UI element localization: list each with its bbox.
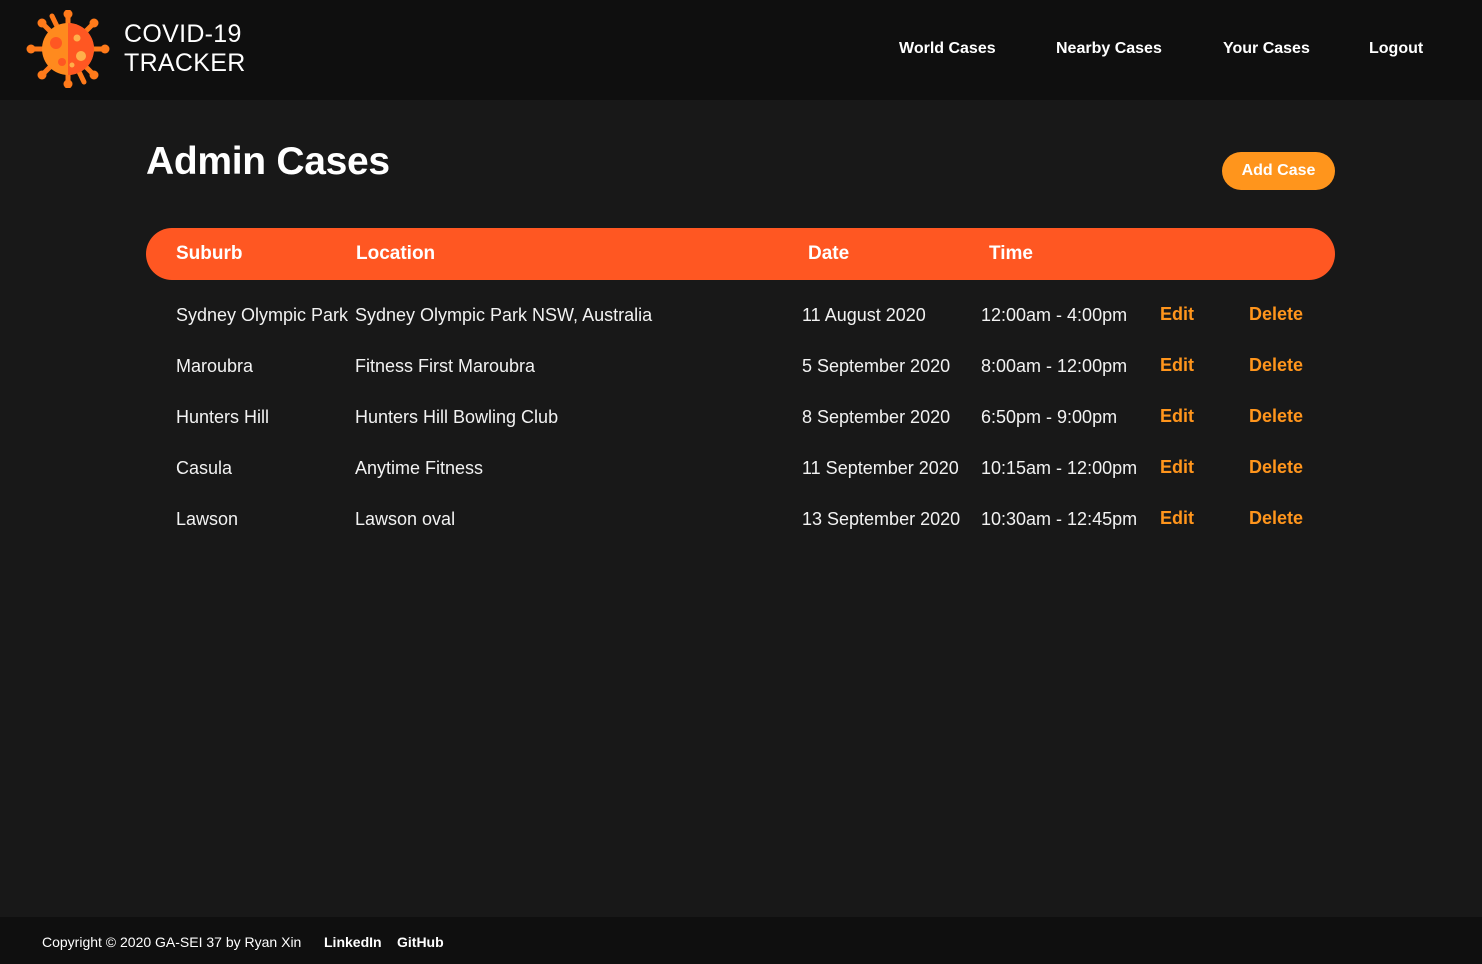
edit-link[interactable]: Edit [1160, 304, 1194, 325]
cell-suburb: Hunters Hill [176, 407, 270, 427]
table-row: Lawson Lawson oval 13 September 2020 10:… [146, 501, 1335, 541]
delete-link[interactable]: Delete [1249, 406, 1303, 427]
edit-link[interactable]: Edit [1160, 457, 1194, 478]
edit-link[interactable]: Edit [1160, 355, 1194, 376]
cell-time: 8:00am - 12:00pm [981, 356, 1128, 376]
cell-date: 13 September 2020 [802, 509, 961, 529]
table-row: Maroubra Fitness First Maroubra 5 Septem… [146, 348, 1335, 388]
page-title: Admin Cases [146, 140, 390, 183]
cell-suburb: Maroubra [176, 356, 254, 376]
cell-suburb: Sydney Olympic Park [176, 305, 349, 325]
cell-location: Lawson oval [355, 509, 456, 529]
cell-time: 10:30am - 12:45pm [981, 509, 1138, 529]
edit-link[interactable]: Edit [1160, 406, 1194, 427]
nav-nearby-cases[interactable]: Nearby Cases [1056, 40, 1162, 58]
navbar: COVID-19 TRACKER World Cases Nearby Case… [0, 0, 1482, 100]
column-header-location: Location [356, 243, 436, 264]
cell-time: 10:15am - 12:00pm [981, 458, 1138, 478]
virus-icon [26, 10, 110, 88]
delete-link[interactable]: Delete [1249, 457, 1303, 478]
cell-location: Hunters Hill Bowling Club [355, 407, 559, 427]
nav-world-cases[interactable]: World Cases [899, 40, 996, 58]
brand-link[interactable]: COVID-19 TRACKER [26, 10, 246, 88]
cell-suburb: Casula [176, 458, 233, 478]
linkedin-link[interactable]: LinkedIn [324, 934, 382, 950]
cell-date: 5 September 2020 [802, 356, 951, 376]
column-header-suburb: Suburb [176, 243, 243, 264]
column-header-time: Time [989, 243, 1034, 264]
column-header-date: Date [808, 243, 850, 264]
nav-logout[interactable]: Logout [1369, 40, 1423, 58]
nav-your-cases[interactable]: Your Cases [1223, 40, 1310, 58]
delete-link[interactable]: Delete [1249, 304, 1303, 325]
cell-date: 8 September 2020 [802, 407, 951, 427]
edit-link[interactable]: Edit [1160, 508, 1194, 529]
table-header: Suburb Location Date Time [146, 228, 1335, 280]
copyright-text: Copyright © 2020 GA-SEI 37 by Ryan Xin [42, 934, 302, 950]
cell-date: 11 August 2020 [802, 305, 926, 325]
cell-suburb: Lawson [176, 509, 239, 529]
brand-name: COVID-19 TRACKER [124, 20, 246, 78]
cell-location: Anytime Fitness [355, 458, 484, 478]
brand-line-2: TRACKER [124, 49, 246, 77]
brand-line-1: COVID-19 [124, 20, 242, 48]
cell-time: 6:50pm - 9:00pm [981, 407, 1118, 427]
table-row: Casula Anytime Fitness 11 September 2020… [146, 450, 1335, 490]
add-case-button[interactable]: Add Case [1222, 152, 1335, 190]
delete-link[interactable]: Delete [1249, 508, 1303, 529]
cell-date: 11 September 2020 [802, 458, 959, 478]
cell-location: Sydney Olympic Park NSW, Australia [355, 305, 653, 325]
footer: Copyright © 2020 GA-SEI 37 by Ryan Xin L… [0, 917, 1482, 964]
cell-time: 12:00am - 4:00pm [981, 305, 1128, 325]
github-link[interactable]: GitHub [397, 934, 444, 950]
table-row: Sydney Olympic Park Sydney Olympic Park … [146, 297, 1335, 337]
table-row: Hunters Hill Hunters Hill Bowling Club 8… [146, 399, 1335, 439]
cell-location: Fitness First Maroubra [355, 356, 536, 376]
delete-link[interactable]: Delete [1249, 355, 1303, 376]
